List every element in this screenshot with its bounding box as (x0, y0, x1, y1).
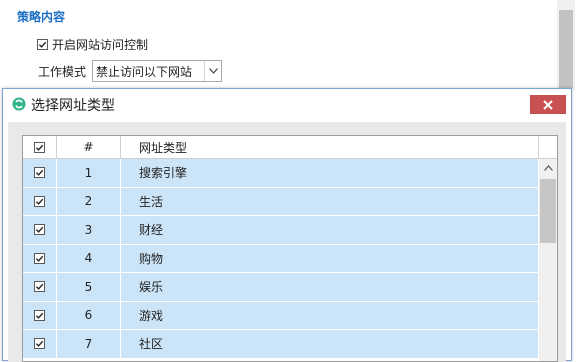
enable-checkbox[interactable] (37, 39, 48, 50)
table-row[interactable]: 3 财经 (23, 216, 539, 245)
scrollbar-thumb[interactable] (559, 10, 573, 88)
row-check-cell[interactable] (23, 159, 57, 187)
row-checkbox[interactable] (34, 309, 45, 321)
enable-access-control[interactable]: 开启网站访问控制 (37, 36, 148, 53)
checkmark-icon (35, 198, 44, 205)
chevron-down-icon[interactable] (204, 61, 221, 81)
row-number: 5 (57, 273, 121, 301)
row-number: 3 (57, 216, 121, 244)
checkmark-icon (35, 169, 44, 177)
table-row[interactable]: 4 购物 (23, 244, 539, 273)
checkmark-icon (35, 283, 44, 291)
checkmark-icon (35, 255, 44, 262)
row-url-type: 社区 (121, 330, 539, 358)
mode-label: 工作模式 (38, 64, 87, 79)
checkmark-icon (35, 226, 44, 234)
mode-select-value: 禁止访问以下网站 (96, 64, 193, 79)
checkmark-icon (38, 41, 47, 48)
table-row[interactable]: 2 生活 (23, 187, 539, 216)
row-checkbox[interactable] (34, 167, 45, 179)
dialog-body: # 网址类型 1 搜索引擎 2 生活 3 财经 4 购物 5 娱乐 6 游戏 7 社区 (8, 122, 566, 362)
enable-label: 开启网站访问控制 (52, 38, 149, 52)
row-url-type: 财经 (121, 216, 539, 244)
dialog-titlebar[interactable]: 选择网址类型 (3, 89, 571, 119)
row-checkbox[interactable] (34, 281, 45, 293)
row-check-cell[interactable] (23, 187, 57, 215)
checkmark-icon (35, 144, 44, 151)
scrollbar-thumb[interactable] (540, 179, 556, 243)
table-row[interactable]: 6 游戏 (23, 301, 539, 330)
row-number: 7 (57, 330, 121, 358)
table-row[interactable]: 5 娱乐 (23, 273, 539, 302)
table-row[interactable]: 7 社区 (23, 330, 539, 359)
close-icon (543, 99, 553, 110)
column-header-number[interactable]: # (57, 136, 121, 158)
row-checkbox[interactable] (34, 252, 45, 264)
dialog-title: 选择网址类型 (31, 98, 115, 114)
mode-select[interactable]: 禁止访问以下网站 (92, 60, 223, 82)
row-check-cell[interactable] (23, 216, 57, 244)
row-checkbox[interactable] (34, 338, 45, 350)
row-number: 2 (57, 187, 121, 215)
row-number: 1 (57, 159, 121, 187)
work-mode-row: 工作模式 禁止访问以下网站 (38, 60, 223, 82)
select-all-checkbox[interactable] (34, 141, 45, 153)
row-check-cell[interactable] (23, 244, 57, 272)
url-type-table: # 网址类型 1 搜索引擎 2 生活 3 财经 4 购物 5 娱乐 6 游戏 7 社区 (22, 135, 558, 362)
app-logo-icon (12, 97, 26, 111)
row-url-type: 游戏 (121, 301, 539, 329)
row-number: 6 (57, 301, 121, 329)
table-header: # 网址类型 (23, 136, 557, 159)
row-url-type: 搜索引擎 (121, 159, 539, 187)
header-spacer (539, 136, 557, 158)
row-check-cell[interactable] (23, 273, 57, 301)
row-url-type: 娱乐 (121, 273, 539, 301)
row-url-type: 购物 (121, 244, 539, 272)
table-body: 1 搜索引擎 2 生活 3 财经 4 购物 5 娱乐 6 游戏 7 社区 (23, 159, 539, 359)
checkmark-icon (35, 312, 44, 319)
table-scrollbar[interactable] (539, 159, 557, 361)
row-number: 4 (57, 244, 121, 272)
select-url-type-dialog: 选择网址类型 # 网址类型 1 搜索引擎 2 生活 3 财经 4 购物 5 娱乐 6 游戏 7 社区 (2, 88, 572, 362)
table-row[interactable]: 1 搜索引擎 (23, 159, 539, 188)
column-header-type[interactable]: 网址类型 (121, 136, 539, 158)
settings-scrollbar[interactable] (557, 0, 575, 90)
select-all-header[interactable] (23, 136, 57, 158)
row-checkbox[interactable] (34, 195, 45, 207)
row-checkbox[interactable] (34, 224, 45, 236)
row-check-cell[interactable] (23, 301, 57, 329)
close-button[interactable] (530, 95, 566, 114)
row-url-type: 生活 (121, 187, 539, 215)
scroll-up-icon[interactable] (539, 159, 557, 177)
checkmark-icon (35, 340, 44, 348)
section-title: 策略内容 (17, 10, 66, 24)
row-check-cell[interactable] (23, 330, 57, 358)
